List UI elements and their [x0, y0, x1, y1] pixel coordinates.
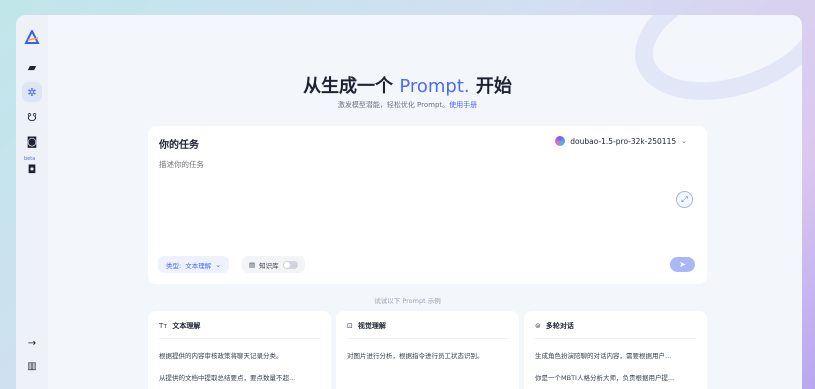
examples-label: 试试以下 Prompt 示例 [374, 297, 441, 305]
knowledge-base-label: 知识库 [259, 261, 279, 270]
page-title: 从生成一个 Prompt. 开始 [0, 72, 815, 98]
bot-icon[interactable]: ☋ [22, 107, 42, 127]
knowledge-base-toggle[interactable]: ▤ 知识库 [242, 256, 305, 273]
arrow-right-icon[interactable]: → [22, 335, 42, 351]
example-card-vision[interactable]: ⊡ 视觉理解 对图片进行分析，根据指令进行员工状态识别。 [336, 311, 519, 389]
title-prefix: 从生成一个 [303, 76, 394, 97]
toggle-switch[interactable] [282, 260, 298, 269]
chevron-down-icon: ⌄ [215, 260, 222, 269]
subtitle-text: 激发模型潜能，轻松优化 Prompt。 [337, 101, 450, 109]
send-button[interactable]: ➤ [670, 257, 695, 272]
title-suffix: 开始 [475, 76, 512, 97]
example-prompt[interactable]: 根据提供的内容审核政策将聊天记录分类。 [159, 350, 321, 360]
wand-icon: ⤢ [681, 194, 688, 204]
type-selector[interactable]: 类型: 文本理解 ⌄ [158, 256, 230, 273]
divider [159, 338, 320, 339]
task-input[interactable] [159, 160, 639, 169]
book-icon[interactable]: ▥ [22, 358, 42, 374]
chevron-down-icon: ⌄ [681, 137, 687, 145]
page-subtitle: 激发模型潜能，轻松优化 Prompt。使用手册 [0, 100, 815, 110]
example-card-title: 多轮对话 [545, 322, 574, 330]
chat-icon: ⊜ [535, 322, 541, 330]
example-card-dialogue[interactable]: ⊜ 多轮对话 生成角色扮演陪聊的对话内容，需要根据用户... 你是一个MBTI人… [524, 311, 707, 389]
text-icon: Tт [159, 322, 168, 330]
example-card-text[interactable]: Tт 文本理解 根据提供的内容审核政策将聊天记录分类。 从提供的文档中提取总结要… [148, 311, 331, 389]
model-logo-icon [555, 136, 566, 146]
document-icon[interactable]: ◙ [22, 131, 42, 151]
example-prompt[interactable]: 生成角色扮演陪聊的对话内容，需要根据用户... [535, 350, 697, 360]
beta-feature-icon[interactable]: ◘ [22, 159, 42, 179]
example-prompt[interactable]: 从提供的文档中提取总结要点，要点数量不超... [159, 372, 321, 382]
type-label: 类型: [166, 261, 182, 270]
model-selector[interactable]: doubao-1.5-pro-32k-250115 ⌄ [555, 136, 687, 146]
manual-link[interactable]: 使用手册 [449, 101, 477, 109]
image-icon: ⊡ [347, 322, 353, 330]
divider [535, 338, 696, 339]
example-card-header: Tт 文本理解 [159, 321, 200, 331]
example-card-title: 视觉理解 [357, 322, 386, 330]
model-name: doubao-1.5-pro-32k-250115 [570, 136, 677, 146]
example-card-title: 文本理解 [172, 322, 201, 330]
example-card-header: ⊡ 视觉理解 [347, 321, 386, 331]
task-title: 你的任务 [159, 140, 199, 151]
type-value: 文本理解 [185, 261, 212, 270]
knowledge-base-icon: ▤ [249, 260, 256, 269]
optimize-button[interactable]: ⤢ [676, 191, 693, 208]
title-accent: Prompt. [399, 76, 470, 97]
example-prompt[interactable]: 你是一个MBTI人格分析大师，负责根据用户提... [535, 372, 697, 382]
logo-icon[interactable] [22, 27, 42, 47]
example-prompt[interactable]: 对图片进行分析，根据指令进行员工状态识别。 [347, 350, 509, 360]
example-card-header: ⊜ 多轮对话 [535, 321, 574, 331]
divider [347, 338, 508, 339]
task-card: 你的任务 doubao-1.5-pro-32k-250115 ⌄ ⤢ 类型: 文… [148, 126, 707, 284]
send-icon: ➤ [679, 260, 686, 269]
